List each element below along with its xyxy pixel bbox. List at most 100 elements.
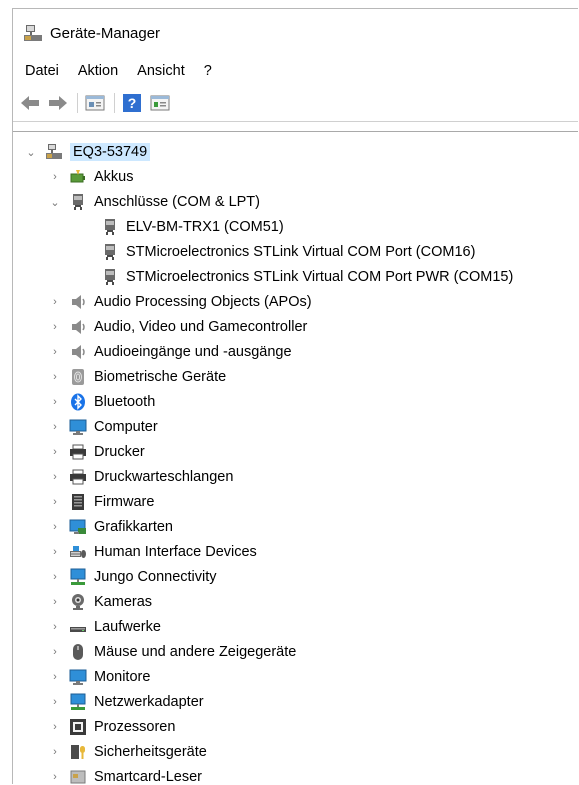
network-icon <box>69 693 87 711</box>
tree-item-drucker[interactable]: › Drucker <box>49 440 145 464</box>
tree-item-label: Drucker <box>94 444 145 460</box>
expand-chevron-icon[interactable]: › <box>49 321 61 333</box>
tree-item-label: Netzwerkadapter <box>94 694 204 710</box>
device-tree: ⌄ EQ3-53749 › Akkus ⌄ Anschlüsse (COM & … <box>13 131 578 784</box>
expand-chevron-icon[interactable]: › <box>49 721 61 733</box>
tree-root-label[interactable]: EQ3-53749 <box>70 143 151 161</box>
speaker-icon <box>69 293 87 311</box>
expand-chevron-icon[interactable]: › <box>49 471 61 483</box>
tree-item-label: Jungo Connectivity <box>94 569 217 585</box>
menu-bar: Datei Aktion Ansicht ? <box>13 57 578 85</box>
tree-item-monitore[interactable]: › Monitore <box>49 665 150 689</box>
speaker-icon <box>69 318 87 336</box>
expand-chevron-icon[interactable]: › <box>49 296 61 308</box>
tree-item-akkus[interactable]: › Akkus <box>49 165 134 189</box>
tree-item-grafikkarten[interactable]: › Grafikkarten <box>49 515 173 539</box>
port-icon <box>101 218 119 236</box>
tree-item-kameras[interactable]: › Kameras <box>49 590 152 614</box>
expand-chevron-icon[interactable]: › <box>49 571 61 583</box>
properties-icon[interactable] <box>84 92 106 114</box>
tree-item-audio-io[interactable]: › Audioeingänge und -ausgänge <box>49 340 291 364</box>
battery-icon <box>69 168 87 186</box>
tree-item-hid[interactable]: › Human Interface Devices <box>49 540 257 564</box>
expand-chevron-icon[interactable]: › <box>49 646 61 658</box>
tree-child-label: STMicroelectronics STLink Virtual COM Po… <box>126 244 476 260</box>
expand-chevron-icon[interactable]: › <box>49 421 61 433</box>
collapse-chevron-icon[interactable]: ⌄ <box>25 146 37 159</box>
tree-child-label: STMicroelectronics STLink Virtual COM Po… <box>126 269 514 285</box>
printer-icon <box>69 443 87 461</box>
tree-item-druckwarteschlangen[interactable]: › Druckwarteschlangen <box>49 465 233 489</box>
tree-item-label: Firmware <box>94 494 155 510</box>
tree-child-elv-bm-trx1[interactable]: ELV-BM-TRX1 (COM51) <box>101 215 284 239</box>
tree-item-bluetooth[interactable]: › Bluetooth <box>49 390 155 414</box>
menu-datei[interactable]: Datei <box>15 63 68 79</box>
forward-icon[interactable] <box>47 92 69 114</box>
tree-child-label: ELV-BM-TRX1 (COM51) <box>126 219 284 235</box>
tree-item-biometric[interactable]: › Biometrische Geräte <box>49 365 226 389</box>
tree-item-audio-video[interactable]: › Audio, Video und Gamecontroller <box>49 315 307 339</box>
tree-item-apo[interactable]: › Audio Processing Objects (APOs) <box>49 290 312 314</box>
tree-item-label: Mäuse und andere Zeigegeräte <box>94 644 297 660</box>
expand-chevron-icon[interactable]: › <box>49 496 61 508</box>
tree-item-smartcard[interactable]: › Smartcard-Leser <box>49 765 202 784</box>
tree-item-maeuse[interactable]: › Mäuse und andere Zeigegeräte <box>49 640 296 664</box>
tree-item-label: Sicherheitsgeräte <box>94 744 207 760</box>
tree-root[interactable]: ⌄ EQ3-53749 <box>25 140 151 164</box>
menu-help[interactable]: ? <box>194 63 221 79</box>
menu-aktion[interactable]: Aktion <box>68 63 127 79</box>
tree-item-label: Grafikkarten <box>94 519 173 535</box>
tree-item-jungo[interactable]: › Jungo Connectivity <box>49 565 217 589</box>
back-icon[interactable] <box>19 92 41 114</box>
expand-chevron-icon[interactable]: › <box>49 696 61 708</box>
expand-chevron-icon[interactable]: › <box>49 596 61 608</box>
tree-item-label: Audio Processing Objects (APOs) <box>94 294 312 310</box>
expand-chevron-icon[interactable]: › <box>49 396 61 408</box>
toolbar-separator <box>77 93 78 113</box>
expand-chevron-icon[interactable]: › <box>49 446 61 458</box>
tree-item-label: Audio, Video und Gamecontroller <box>94 319 308 335</box>
tree-item-label: Prozessoren <box>94 719 176 735</box>
expand-chevron-icon[interactable]: › <box>49 346 61 358</box>
expand-chevron-icon[interactable]: › <box>49 546 61 558</box>
tree-item-firmware[interactable]: › Firmware <box>49 490 154 514</box>
expand-chevron-icon[interactable]: › <box>49 621 61 633</box>
tree-item-label: Akkus <box>94 169 134 185</box>
scan-icon[interactable] <box>149 92 171 114</box>
tree-item-label: Bluetooth <box>94 394 156 410</box>
device-manager-window: Geräte-Manager Datei Aktion Ansicht ? ? … <box>12 8 578 784</box>
tree-child-stlink-com15[interactable]: STMicroelectronics STLink Virtual COM Po… <box>101 265 513 289</box>
expand-chevron-icon[interactable]: › <box>49 771 61 783</box>
tree-item-label: Anschlüsse (COM & LPT) <box>94 194 260 210</box>
expand-chevron-icon[interactable]: › <box>49 171 61 183</box>
window-title: Geräte-Manager <box>50 24 161 42</box>
mouse-icon <box>69 643 87 661</box>
tree-item-anschluesse[interactable]: ⌄ Anschlüsse (COM & LPT) <box>49 190 260 214</box>
firmware-icon <box>69 493 87 511</box>
tree-item-computer[interactable]: › Computer <box>49 415 158 439</box>
fingerprint-icon <box>69 368 87 386</box>
tree-item-label: Biometrische Geräte <box>94 369 227 385</box>
display-adapter-icon <box>69 518 87 536</box>
expand-chevron-icon[interactable]: › <box>49 746 61 758</box>
title-bar: Geräte-Manager <box>13 9 578 57</box>
computer-tree-icon <box>45 143 63 161</box>
tree-item-prozessoren[interactable]: › Prozessoren <box>49 715 175 739</box>
tree-item-laufwerke[interactable]: › Laufwerke <box>49 615 161 639</box>
expand-chevron-icon[interactable]: › <box>49 371 61 383</box>
help-icon[interactable]: ? <box>121 92 143 114</box>
expand-chevron-icon[interactable]: › <box>49 521 61 533</box>
hid-icon <box>69 543 87 561</box>
monitor-icon <box>69 668 87 686</box>
tree-child-stlink-com16[interactable]: STMicroelectronics STLink Virtual COM Po… <box>101 240 475 264</box>
tree-item-label: Druckwarteschlangen <box>94 469 234 485</box>
collapse-chevron-icon[interactable]: ⌄ <box>49 196 61 209</box>
menu-ansicht[interactable]: Ansicht <box>127 63 194 79</box>
svg-text:?: ? <box>128 95 137 111</box>
expand-chevron-icon[interactable]: › <box>49 671 61 683</box>
tree-item-label: Human Interface Devices <box>94 544 257 560</box>
tree-item-label: Monitore <box>94 669 151 685</box>
tree-item-netzwerkadapter[interactable]: › Netzwerkadapter <box>49 690 204 714</box>
tree-item-sicherheitsgeraete[interactable]: › Sicherheitsgeräte <box>49 740 207 764</box>
device-manager-icon <box>23 23 43 43</box>
